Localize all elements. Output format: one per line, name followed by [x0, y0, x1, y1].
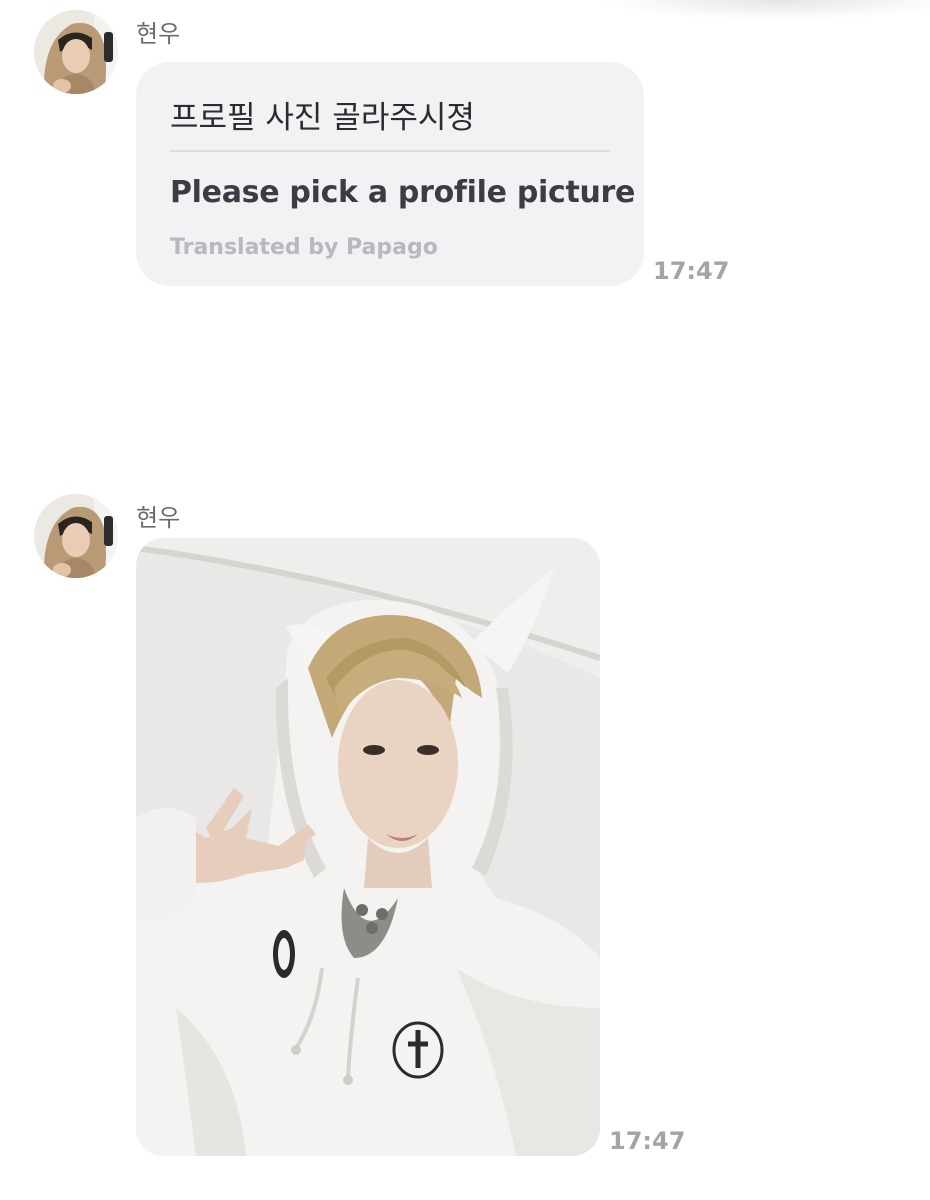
top-shadow: [600, 0, 930, 20]
message-bubble[interactable]: 프로필 사진 골라주시졍 Please pick a profile pictu…: [136, 62, 644, 286]
photo-attachment[interactable]: [136, 538, 600, 1156]
sender-avatar[interactable]: [34, 10, 118, 94]
profile-photo-icon: [34, 10, 118, 94]
sender-avatar[interactable]: [34, 494, 118, 578]
photo-image: [136, 538, 600, 1156]
translation-divider: [170, 150, 610, 152]
profile-photo-icon: [34, 494, 118, 578]
translation-credit: Translated by Papago: [170, 235, 438, 260]
message-time: 17:47: [609, 1127, 686, 1155]
translated-text: Please pick a profile picture: [170, 175, 636, 210]
original-text: 프로필 사진 골라주시졍: [170, 100, 475, 136]
message-time: 17:47: [653, 257, 730, 285]
sender-name: 현우: [136, 504, 181, 532]
sender-name: 현우: [136, 20, 181, 48]
